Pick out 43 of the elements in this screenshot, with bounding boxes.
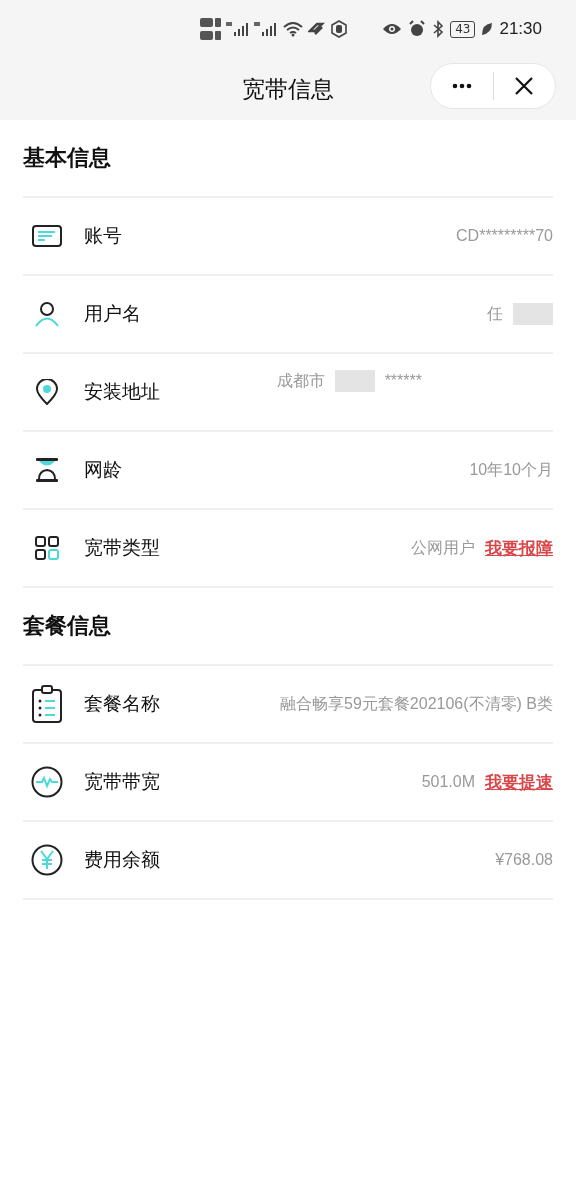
action-link[interactable]: 我要提速: [485, 770, 553, 794]
section-title: 基本信息: [23, 144, 111, 172]
field-value: 公网用户: [411, 537, 475, 558]
pulse-icon: [31, 766, 63, 798]
field-value: 融合畅享59元套餐202106(不清零) B类: [280, 693, 553, 714]
location-pin-icon: [36, 379, 58, 405]
battery-indicator: 43: [450, 20, 476, 38]
wifi-icon: [282, 21, 304, 37]
page-title: 宽带信息: [242, 74, 334, 104]
field-value: CD*********70: [456, 227, 553, 245]
yen-coin-icon: [31, 844, 63, 876]
action-link[interactable]: 我要报障: [485, 536, 553, 560]
more-icon: [451, 83, 472, 89]
clipboard-icon: [32, 685, 62, 723]
clock-time: 21:30: [499, 19, 542, 39]
alarm-icon: [408, 20, 427, 38]
field-label: 费用余额: [84, 847, 160, 872]
field-value: 501.0M: [421, 773, 475, 791]
eye-icon: [382, 22, 403, 36]
field-label: 宽带带宽: [84, 769, 160, 794]
masked-value: ******: [384, 372, 422, 390]
bluetooth-icon: [432, 20, 445, 38]
grid-icon: [35, 536, 59, 560]
field-label: 用户名: [84, 301, 141, 326]
card-icon: [32, 225, 62, 247]
signal-icon: [254, 21, 278, 37]
field-value: 10年10个月: [469, 459, 553, 480]
hand-icon: [330, 20, 348, 38]
leaf-icon: [481, 22, 494, 36]
field-label: 账号: [84, 223, 122, 248]
person-icon: [34, 301, 60, 327]
hourglass-icon: [35, 457, 59, 483]
close-icon: [515, 77, 534, 95]
field-value: 任: [487, 303, 503, 324]
field-label: 宽带类型: [84, 535, 160, 560]
field-label: 套餐名称: [84, 691, 160, 716]
section-title: 套餐信息: [23, 612, 111, 640]
field-value: ¥768.08: [495, 851, 553, 869]
signal-icon: [226, 21, 250, 37]
hd-icon: [200, 17, 222, 41]
field-label: 安装地址: [84, 379, 160, 404]
field-label: 网龄: [84, 457, 122, 482]
field-value: 成都市: [276, 370, 325, 391]
